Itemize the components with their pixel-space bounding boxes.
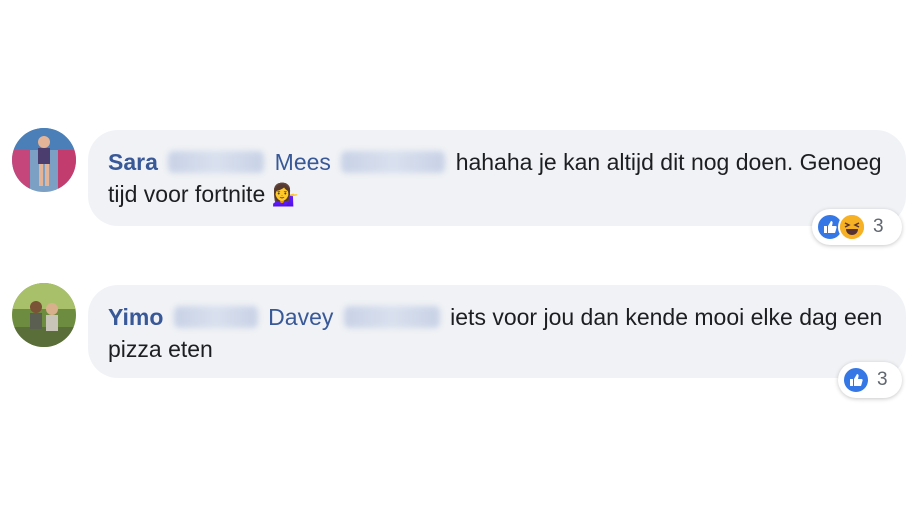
blurred-surname [168, 151, 265, 173]
emoji: 💁‍♀️ [271, 182, 300, 207]
avatar[interactable] [12, 128, 76, 192]
blurred-surname [173, 306, 258, 328]
like-icon [842, 366, 870, 394]
blurred-surname [341, 151, 446, 173]
author-name[interactable]: Yimo [108, 304, 163, 330]
reaction-summary[interactable]: 3 [812, 209, 902, 245]
reaction-count: 3 [877, 369, 888, 390]
reaction-count: 3 [873, 216, 884, 237]
tagged-name[interactable]: Davey [268, 304, 333, 330]
author-name[interactable]: Sara [108, 149, 158, 175]
comment-bubble: Yimo Davey iets voor jou dan kende mooi … [88, 285, 906, 378]
tagged-name[interactable]: Mees [275, 149, 331, 175]
blurred-surname [343, 306, 440, 328]
comment-bubble: Sara Mees hahaha je kan altijd dit nog d… [88, 130, 906, 226]
reaction-summary[interactable]: 3 [838, 362, 902, 398]
haha-icon [838, 213, 866, 241]
avatar[interactable] [12, 283, 76, 347]
